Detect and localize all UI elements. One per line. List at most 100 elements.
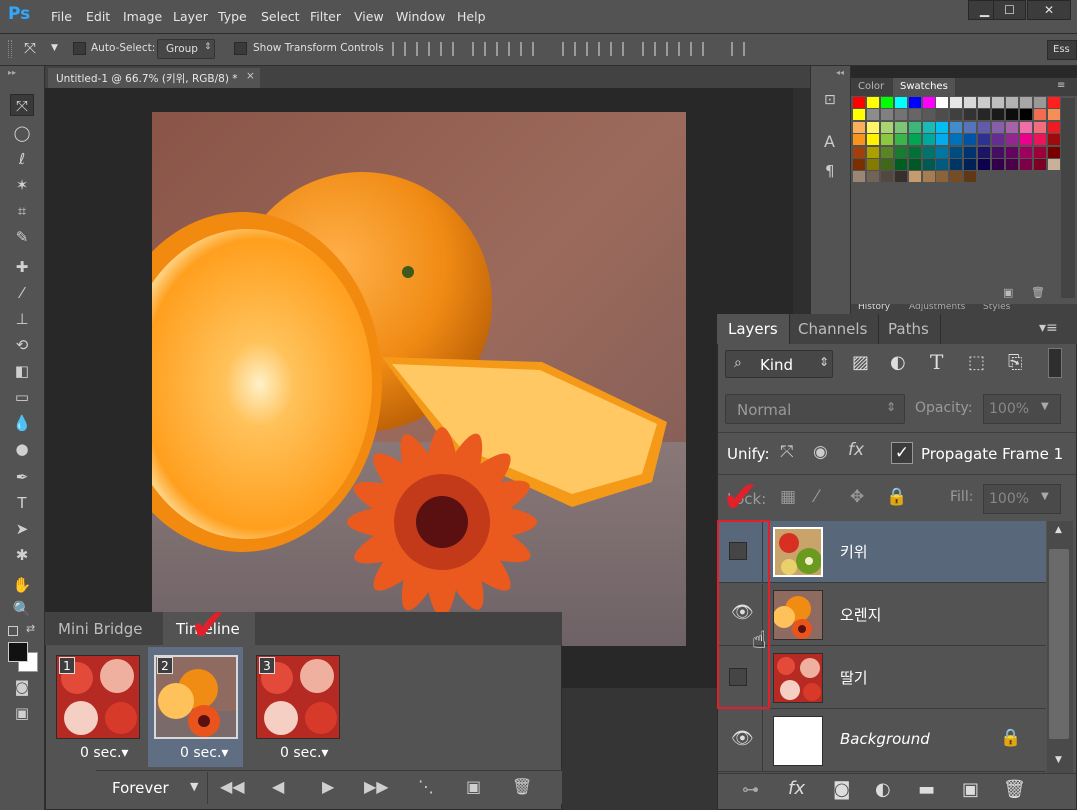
swatch[interactable] <box>1033 159 1046 170</box>
swatch[interactable] <box>1047 109 1060 121</box>
auto-align-icon[interactable] <box>731 42 745 56</box>
swatch[interactable] <box>1047 159 1060 170</box>
tab-history[interactable]: History <box>858 304 890 312</box>
swatch[interactable] <box>922 159 935 170</box>
lock-transparent-icon[interactable]: ▦ <box>780 487 796 507</box>
swatch[interactable] <box>1005 159 1018 170</box>
swatch[interactable] <box>978 146 991 158</box>
distribute-hcenter-icon[interactable] <box>666 42 680 56</box>
tab-styles[interactable]: Styles <box>983 304 1010 312</box>
swatch[interactable] <box>880 134 893 146</box>
scrollbar-thumb[interactable] <box>1049 549 1069 739</box>
swatch[interactable] <box>866 159 879 170</box>
tab-paths[interactable]: Paths <box>877 314 941 344</box>
swatch[interactable] <box>964 159 977 170</box>
align-vcenter-icon[interactable] <box>416 42 430 56</box>
swatches-scrollbar[interactable] <box>1061 98 1075 298</box>
swatch[interactable] <box>964 134 977 146</box>
swatch[interactable] <box>1005 97 1018 108</box>
collapse-icon[interactable]: ▸▸ <box>8 68 16 77</box>
swatch[interactable] <box>1033 109 1046 121</box>
timeline-frame-1[interactable]: 1 0 sec.▾ <box>50 647 145 767</box>
menu-layer[interactable]: Layer <box>173 9 208 24</box>
distribute-vcenter-icon[interactable] <box>586 42 600 56</box>
swatch[interactable] <box>964 121 977 133</box>
layer-name-background[interactable]: Background <box>840 730 930 748</box>
pen-tool-icon[interactable]: ✒ <box>10 466 34 488</box>
align-top-icon[interactable] <box>392 42 406 56</box>
swatch[interactable] <box>853 171 865 183</box>
swatch[interactable] <box>964 171 977 183</box>
lasso-tool-icon[interactable]: ℓ <box>10 148 34 170</box>
auto-select-checkbox[interactable] <box>73 42 86 55</box>
swatch[interactable] <box>1005 146 1018 158</box>
delete-layer-icon[interactable]: 🗑 <box>1003 779 1026 800</box>
swatch[interactable] <box>1019 109 1032 121</box>
swatch[interactable] <box>1033 97 1046 108</box>
next-frame-icon[interactable]: ▶▶ <box>364 777 389 796</box>
swatch[interactable] <box>950 146 963 158</box>
stamp-tool-icon[interactable]: ⊥ <box>10 308 34 330</box>
lock-position-icon[interactable]: ✥ <box>850 487 864 507</box>
swatch[interactable] <box>992 121 1004 133</box>
healing-brush-tool-icon[interactable]: ✚ <box>10 256 34 278</box>
swatch[interactable] <box>978 121 991 133</box>
swatch[interactable] <box>880 159 893 170</box>
unify-position-icon[interactable]: ⤧ <box>780 442 794 462</box>
adjustment-layer-icon[interactable]: ◐ <box>875 779 891 800</box>
swatch[interactable] <box>880 109 893 121</box>
tab-adjustments[interactable]: Adjustments <box>909 304 965 312</box>
gradient-tool-icon[interactable]: ▭ <box>10 386 34 408</box>
unify-style-icon[interactable]: fx <box>848 440 864 460</box>
menu-image[interactable]: Image <box>123 9 162 24</box>
history-brush-tool-icon[interactable]: ⟲ <box>10 334 34 356</box>
fill-field[interactable]: 100% ▼ <box>983 484 1061 514</box>
swatch[interactable] <box>908 146 921 158</box>
swatch[interactable] <box>950 134 963 146</box>
auto-select-mode-select[interactable]: Group ⇕ <box>157 39 215 59</box>
first-frame-icon[interactable]: ◀◀ <box>220 777 245 796</box>
swatch[interactable] <box>950 121 963 133</box>
swatch[interactable] <box>866 171 879 183</box>
swatch[interactable] <box>1033 146 1046 158</box>
swap-colors-icon[interactable]: ⇄ <box>26 622 35 635</box>
new-layer-icon[interactable]: ▣ <box>962 779 979 800</box>
swatch[interactable] <box>922 134 935 146</box>
screen-mode-icon[interactable]: ▣ <box>10 702 34 724</box>
menu-type[interactable]: Type <box>218 9 247 24</box>
filter-shape-icon[interactable]: ⬚ <box>968 352 985 373</box>
maximize-button[interactable]: ☐ <box>993 0 1026 20</box>
swatch[interactable] <box>1047 134 1060 146</box>
swatch[interactable] <box>922 146 935 158</box>
tab-mini-bridge[interactable]: Mini Bridge <box>45 612 155 645</box>
swatch[interactable] <box>908 171 921 183</box>
move-tool-icon[interactable]: ⤧ <box>10 94 34 116</box>
swatch[interactable] <box>1005 121 1018 133</box>
swatch[interactable] <box>908 109 921 121</box>
filter-smart-object-icon[interactable]: ⎘ <box>1008 352 1022 373</box>
swatch[interactable] <box>978 109 991 121</box>
menu-select[interactable]: Select <box>261 9 300 24</box>
swatch[interactable] <box>992 146 1004 158</box>
menu-edit[interactable]: Edit <box>86 9 110 24</box>
tab-channels[interactable]: Channels <box>787 314 880 344</box>
align-hcenter-icon[interactable] <box>496 42 510 56</box>
align-left-icon[interactable] <box>472 42 486 56</box>
swatch[interactable] <box>1019 159 1032 170</box>
layer-row-background[interactable]: 👁 Background 🔒 <box>718 710 1046 772</box>
layers-scrollbar[interactable]: ▲ ▼ <box>1047 521 1073 773</box>
filter-type-icon[interactable]: T <box>930 350 943 374</box>
filter-kind-select[interactable]: ⌕ Kind ⇕ <box>725 350 833 378</box>
swatch[interactable] <box>992 159 1004 170</box>
swatch[interactable] <box>936 121 949 133</box>
eyedropper-tool-icon[interactable]: ✎ <box>10 226 34 248</box>
quick-mask-icon[interactable]: ◙ <box>10 676 34 698</box>
swatch[interactable] <box>880 146 893 158</box>
brush-tool-icon[interactable]: ⁄ <box>10 282 34 304</box>
align-bottom-icon[interactable] <box>440 42 454 56</box>
swatch[interactable] <box>880 171 893 183</box>
swatch[interactable] <box>936 171 949 183</box>
distribute-right-icon[interactable] <box>690 42 704 56</box>
tab-layers[interactable]: Layers <box>717 314 790 344</box>
distribute-top-icon[interactable] <box>562 42 576 56</box>
